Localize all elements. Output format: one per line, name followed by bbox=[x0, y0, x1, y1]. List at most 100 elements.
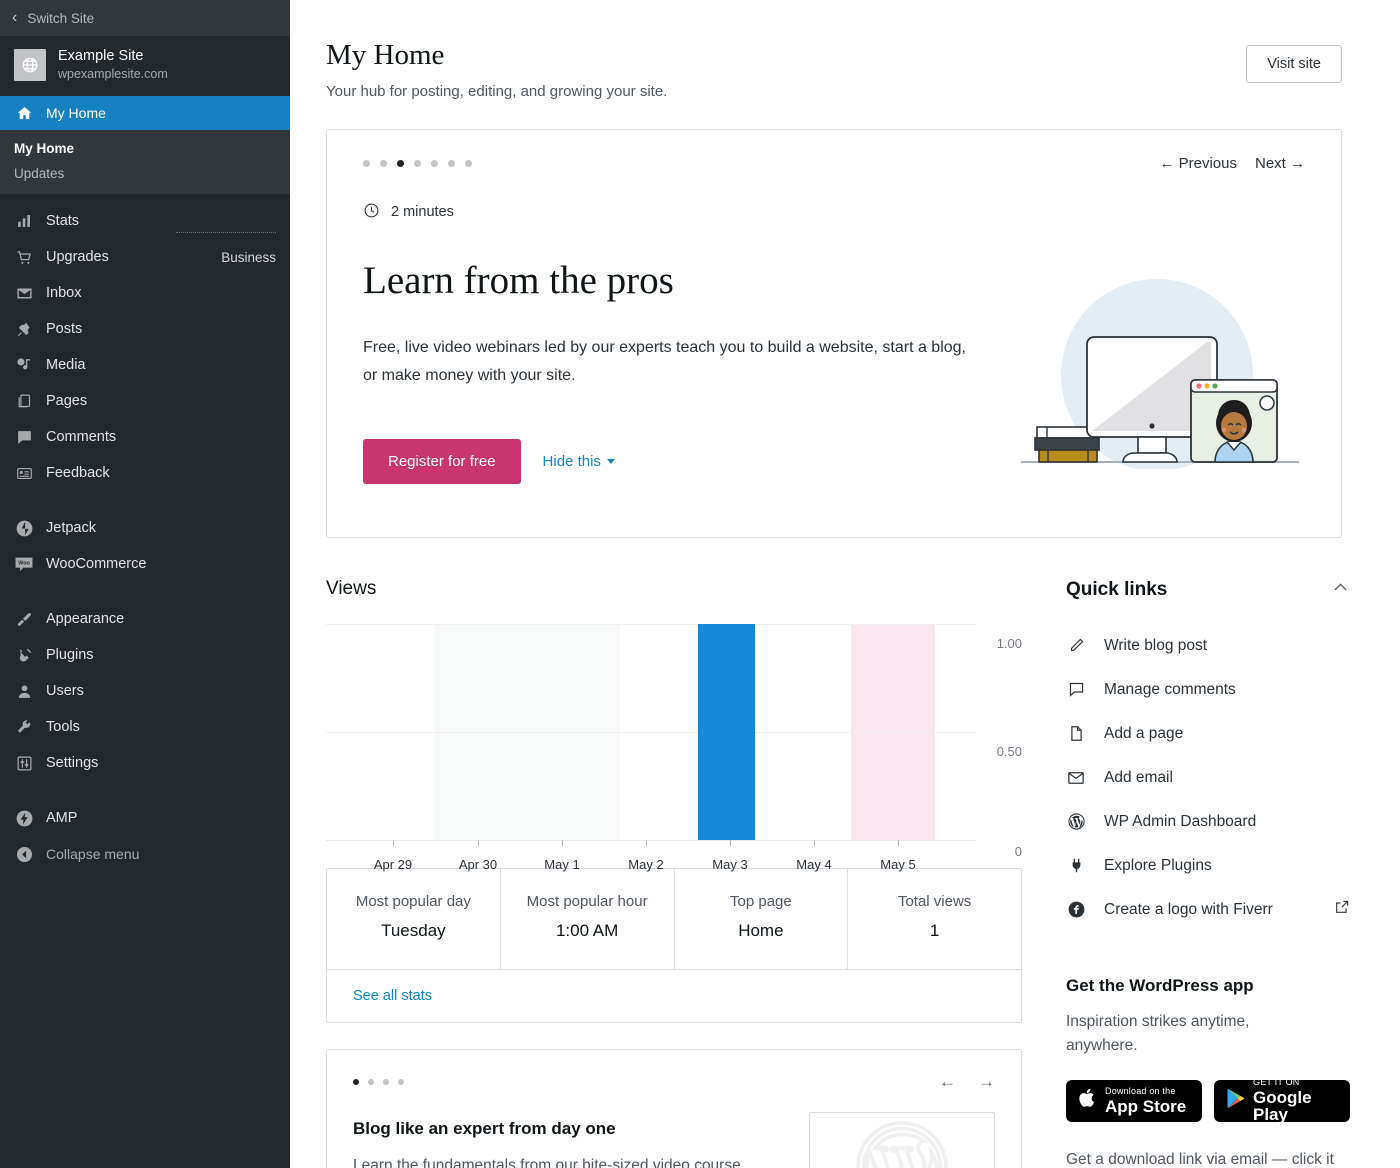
switch-site-button[interactable]: ‹ Switch Site bbox=[0, 0, 290, 36]
sidebar-submenu: My Home Updates bbox=[0, 130, 290, 195]
courses-dot[interactable] bbox=[398, 1078, 404, 1085]
jetpack-icon bbox=[14, 518, 34, 538]
hero-duration: 2 minutes bbox=[363, 202, 1003, 223]
sidebar-item-my-home[interactable]: My Home bbox=[0, 96, 290, 131]
app-store-big-label: App Store bbox=[1105, 1096, 1187, 1116]
sidebar-item-posts[interactable]: Posts bbox=[0, 311, 290, 347]
quick-link-write-blog-post[interactable]: Write blog post bbox=[1066, 624, 1350, 668]
sidebar-item-jetpack[interactable]: Jetpack bbox=[0, 510, 290, 546]
quick-link-explore-plugins[interactable]: Explore Plugins bbox=[1066, 844, 1350, 888]
switch-site-label: Switch Site bbox=[27, 10, 95, 26]
visit-site-button[interactable]: Visit site bbox=[1246, 45, 1342, 83]
google-play-button[interactable]: GET IT ON Google Play bbox=[1214, 1078, 1350, 1123]
arrow-right-icon[interactable]: → bbox=[978, 1072, 995, 1092]
stat-label: Total views bbox=[897, 892, 972, 910]
xtick-mark bbox=[814, 839, 815, 846]
sidebar-item-inbox[interactable]: Inbox bbox=[0, 275, 290, 311]
sidebar-item-tools[interactable]: Tools bbox=[0, 709, 290, 745]
register-for-free-button[interactable]: Register for free bbox=[363, 438, 521, 484]
submenu-item-updates[interactable]: Updates bbox=[0, 161, 290, 186]
stat-most-popular-hour: Most popular hour 1:00 AM bbox=[501, 868, 675, 969]
bar-may-3[interactable] bbox=[698, 623, 755, 840]
sidebar-item-woocommerce[interactable]: Woo WooCommerce bbox=[0, 546, 290, 582]
sidebar-item-label: Media bbox=[46, 357, 86, 374]
sidebar-item-media[interactable]: Media bbox=[0, 347, 290, 383]
carousel-dot[interactable] bbox=[414, 159, 421, 167]
courses-dot[interactable] bbox=[368, 1078, 374, 1085]
app-store-button[interactable]: Download on the App Store bbox=[1066, 1079, 1202, 1122]
carousel-dot[interactable] bbox=[431, 159, 438, 167]
sidebar-item-settings[interactable]: Settings bbox=[0, 745, 290, 781]
views-chart-plot bbox=[326, 623, 976, 840]
see-all-stats-link[interactable]: See all stats bbox=[353, 988, 432, 1004]
sidebar-item-upgrades[interactable]: Upgrades Business bbox=[0, 239, 290, 275]
quick-links-list: Write blog post Manage comments Add a pa… bbox=[1066, 624, 1350, 932]
envelope-icon bbox=[1066, 769, 1086, 787]
envelope-icon bbox=[14, 283, 34, 303]
sidebar-item-label: Users bbox=[46, 683, 84, 700]
stat-value: 1 bbox=[929, 920, 940, 940]
submenu-item-my-home[interactable]: My Home bbox=[0, 136, 290, 161]
home-icon bbox=[14, 103, 34, 123]
sidebar-item-pages[interactable]: Pages bbox=[0, 383, 290, 419]
courses-dot-active[interactable] bbox=[353, 1078, 359, 1085]
quick-link-manage-comments[interactable]: Manage comments bbox=[1066, 668, 1350, 712]
wordpress-logo bbox=[809, 1111, 995, 1168]
collapse-left-icon bbox=[14, 844, 34, 864]
sidebar-item-appearance[interactable]: Appearance bbox=[0, 601, 290, 637]
quick-link-create-a-logo-with-fiverr[interactable]: Create a logo with Fiverr bbox=[1066, 888, 1350, 932]
courses-dot[interactable] bbox=[383, 1078, 389, 1085]
quick-link-add-a-page[interactable]: Add a page bbox=[1066, 712, 1350, 756]
quick-link-wp-admin-dashboard[interactable]: WP Admin Dashboard bbox=[1066, 800, 1350, 844]
sliders-icon bbox=[14, 753, 34, 773]
views-chart: 1.00 0.50 0 Apr 29 Apr 30 May 1 May 2 Ma… bbox=[326, 623, 1022, 872]
sidebar-item-label: My Home bbox=[46, 105, 106, 122]
play-icon bbox=[1226, 1088, 1245, 1114]
courses-card-paragraph: Learn the fundamentals from our bite-siz… bbox=[353, 1156, 741, 1168]
carousel-next-button[interactable]: Next → bbox=[1255, 155, 1305, 172]
carousel-dot[interactable] bbox=[465, 159, 472, 167]
carousel-dot-active[interactable] bbox=[397, 159, 404, 167]
quick-link-add-email[interactable]: Add email bbox=[1066, 756, 1350, 800]
svg-text:Woo: Woo bbox=[18, 561, 30, 567]
sidebar-item-label: Plugins bbox=[46, 647, 94, 664]
sidebar-group-site-admin: Appearance Plugins Users Tools Settings bbox=[0, 591, 290, 790]
carousel-dot[interactable] bbox=[448, 159, 455, 167]
chevron-left-icon: ‹ bbox=[12, 9, 18, 26]
hero-carousel-card: ← Previous Next → 2 minutes Learn from t… bbox=[326, 128, 1342, 538]
sidebar-item-label: AMP bbox=[46, 810, 78, 827]
sidebar-item-amp[interactable]: AMP bbox=[0, 800, 290, 836]
sidebar-item-users[interactable]: Users bbox=[0, 673, 290, 709]
site-header[interactable]: Example Site wpexamplesite.com bbox=[0, 36, 290, 97]
ytick-1: 1.00 bbox=[996, 635, 1022, 651]
carousel-dot[interactable] bbox=[363, 159, 370, 167]
sidebar-item-plugins[interactable]: Plugins bbox=[0, 637, 290, 673]
carousel-dot[interactable] bbox=[380, 159, 387, 167]
webinar-illustration bbox=[1015, 278, 1305, 471]
arrow-left-icon[interactable]: ← bbox=[939, 1072, 956, 1092]
sidebar-item-label: Collapse menu bbox=[46, 846, 140, 863]
sidebar-item-stats[interactable]: Stats bbox=[0, 203, 290, 239]
pin-icon bbox=[14, 319, 34, 339]
clock-icon bbox=[363, 202, 380, 223]
sidebar-item-comments[interactable]: Comments bbox=[0, 419, 290, 455]
courses-carousel-dots bbox=[353, 1078, 404, 1085]
xtick-label-may-2: May 2 bbox=[628, 856, 664, 872]
sidebar-group-amp: AMP Collapse menu bbox=[0, 790, 290, 881]
hide-this-dropdown[interactable]: Hide this bbox=[543, 453, 615, 470]
views-column: Views 1.00 0.50 0 Apr 29 Apr 30 May 1 Ma… bbox=[326, 578, 1022, 1168]
xtick-label-may-1: May 1 bbox=[544, 856, 580, 872]
apple-icon bbox=[1078, 1087, 1097, 1114]
views-stats-row: Most popular day Tuesday Most popular ho… bbox=[327, 868, 1021, 969]
sidebar-item-feedback[interactable]: Feedback bbox=[0, 455, 290, 491]
carousel-previous-button[interactable]: ← Previous bbox=[1159, 155, 1237, 172]
chevron-up-icon[interactable] bbox=[1331, 578, 1350, 602]
xtick-label-apr-29: Apr 29 bbox=[373, 856, 413, 872]
quick-link-label: Add email bbox=[1104, 768, 1173, 786]
fiverr-icon bbox=[1066, 900, 1086, 919]
xtick-mark bbox=[393, 839, 394, 846]
amp-icon bbox=[14, 808, 34, 828]
views-stats-footer: See all stats bbox=[327, 968, 1021, 1022]
media-icon bbox=[14, 355, 34, 375]
sidebar-item-collapse-menu[interactable]: Collapse menu bbox=[0, 836, 290, 872]
